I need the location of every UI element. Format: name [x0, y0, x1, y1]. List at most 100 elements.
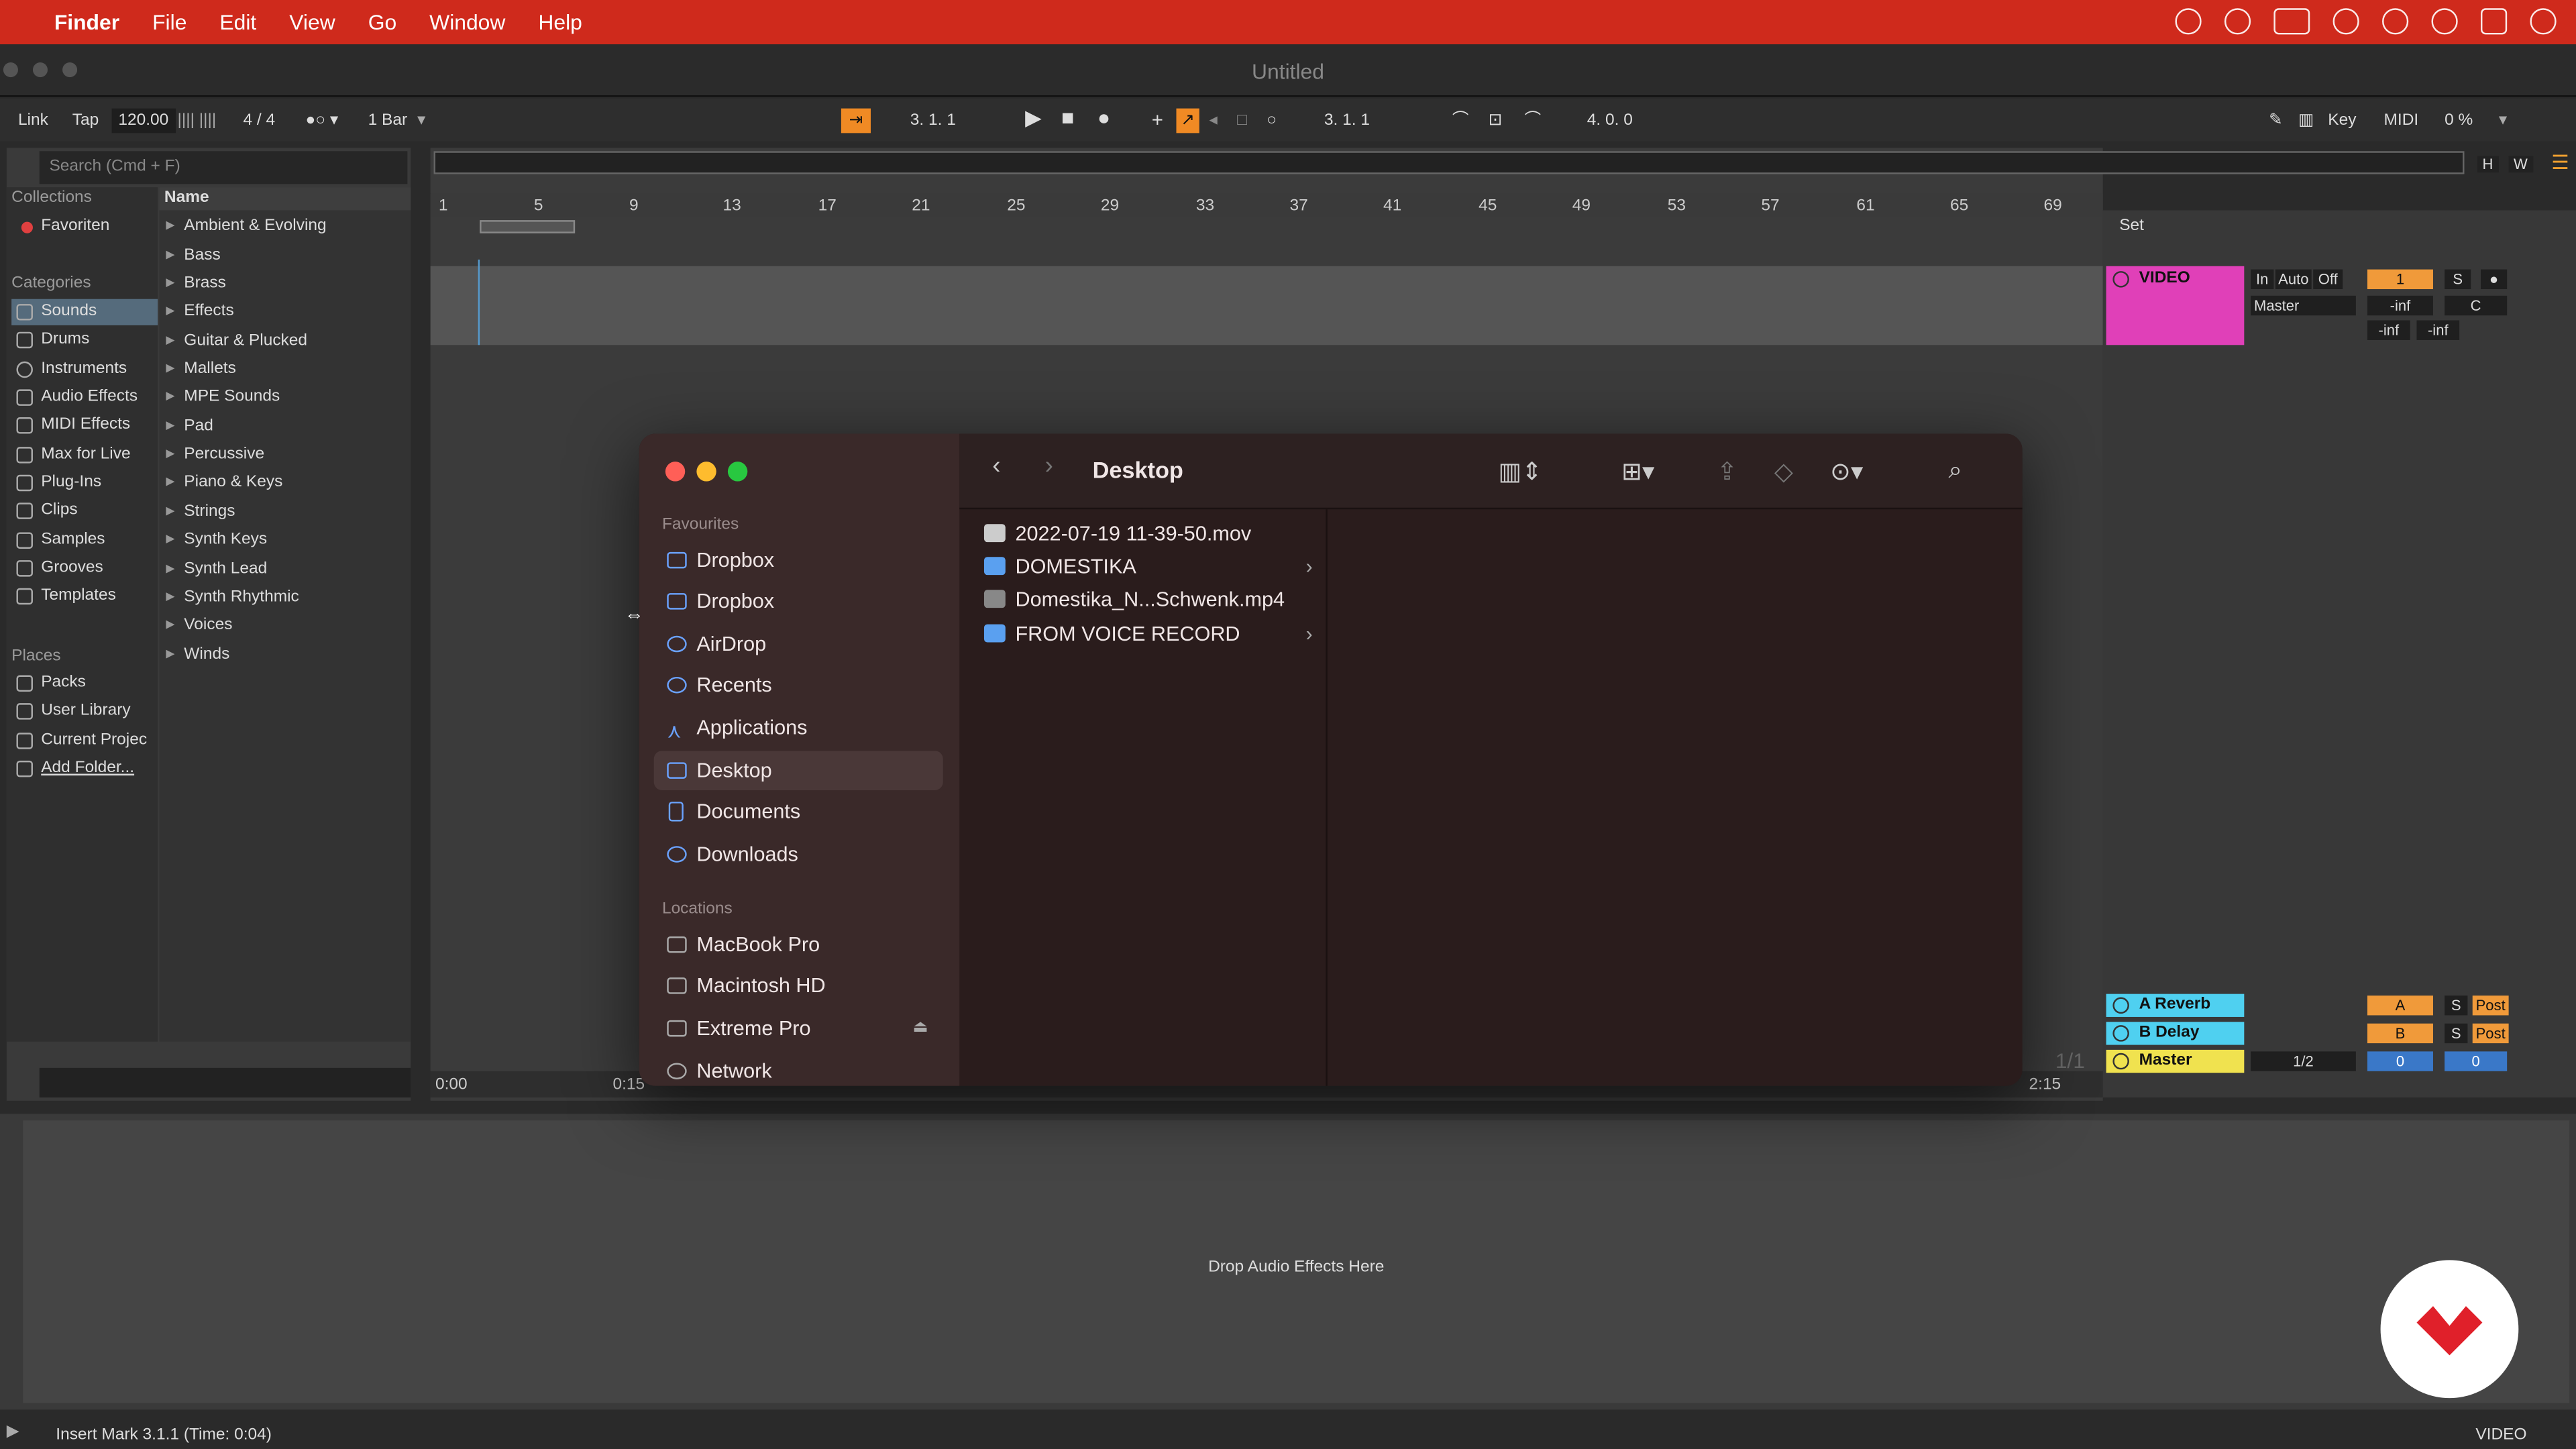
- sidebar-item-add-folder[interactable]: Add Folder...: [11, 756, 158, 782]
- name-column-header[interactable]: Name: [159, 187, 411, 211]
- output-select[interactable]: Master: [2251, 295, 2356, 316]
- browser-preview-bar[interactable]: [39, 1067, 411, 1097]
- list-item[interactable]: Voices: [160, 612, 406, 639]
- creative-cloud-icon[interactable]: [2175, 8, 2202, 35]
- eject-icon[interactable]: ⏏: [913, 1009, 928, 1049]
- menu-edit[interactable]: Edit: [219, 10, 256, 35]
- monitor-auto-button[interactable]: Auto: [2275, 269, 2312, 290]
- sidebar-item-applications[interactable]: ⋏ Applications: [654, 708, 943, 748]
- sidebar-item-extreme-pro[interactable]: Extreme Pro ⏏: [654, 1009, 943, 1049]
- back-to-arrangement-icon[interactable]: ◂: [1209, 109, 1217, 133]
- menu-window[interactable]: Window: [429, 10, 505, 35]
- sidebar-item-dropbox-2[interactable]: Dropbox: [654, 582, 943, 621]
- tap-button[interactable]: Tap: [72, 109, 99, 133]
- list-item[interactable]: Mallets: [160, 356, 406, 382]
- wifi-icon[interactable]: [2382, 8, 2409, 35]
- sidebar-item-macintosh-hd[interactable]: Macintosh HD: [654, 966, 943, 1006]
- sidebar-item-documents[interactable]: Documents: [654, 792, 943, 831]
- sidebar-item-network[interactable]: Network: [654, 1051, 943, 1085]
- tag-icon[interactable]: ◇: [1774, 457, 1793, 486]
- finder-close-button[interactable]: [665, 462, 686, 482]
- battery-icon[interactable]: [2273, 8, 2310, 35]
- sidebar-item-drums[interactable]: Drums: [11, 327, 158, 353]
- loop-icon[interactable]: ○: [1267, 109, 1277, 133]
- menu-app-name[interactable]: Finder: [54, 10, 119, 35]
- link-button[interactable]: Link: [18, 109, 48, 133]
- draw-mode-icon[interactable]: ✎: [2269, 109, 2283, 133]
- list-item[interactable]: Synth Rhythmic: [160, 585, 406, 611]
- list-item[interactable]: Synth Lead: [160, 557, 406, 583]
- return-a-activator[interactable]: A: [2367, 996, 2433, 1016]
- more-actions-icon[interactable]: ⊙▾: [1830, 457, 1863, 486]
- return-track-b-delay[interactable]: B Delay: [2106, 1022, 2245, 1045]
- sidebar-item-plug-ins[interactable]: Plug-Ins: [11, 470, 158, 496]
- pan-field[interactable]: C: [2445, 295, 2508, 316]
- sidebar-item-templates[interactable]: Templates: [11, 583, 158, 609]
- device-drop-zone[interactable]: Drop Audio Effects Here: [23, 1120, 2570, 1403]
- loop-length-field[interactable]: 4. 0. 0: [1587, 109, 1633, 133]
- return-b-post[interactable]: Post: [2472, 1023, 2509, 1044]
- sidebar-item-audio-effects[interactable]: Audio Effects: [11, 384, 158, 411]
- monitor-in-button[interactable]: In: [2251, 269, 2274, 290]
- play-icon[interactable]: [2332, 8, 2359, 35]
- sidebar-item-macbook-pro[interactable]: MacBook Pro: [654, 925, 943, 965]
- list-item[interactable]: Strings: [160, 499, 406, 525]
- loop-switch-icon[interactable]: ⊡: [1489, 109, 1503, 133]
- track-fold-icon[interactable]: [2112, 997, 2129, 1014]
- track-activator-button[interactable]: 1: [2367, 269, 2433, 290]
- sidebar-item-airdrop[interactable]: AirDrop: [654, 625, 943, 664]
- return-a-post[interactable]: Post: [2472, 996, 2509, 1016]
- width-toggle-button[interactable]: W: [2508, 156, 2533, 173]
- browser-search-input[interactable]: Search (Cmd + F): [39, 151, 408, 184]
- track-fold-icon[interactable]: [2112, 271, 2129, 288]
- sidebar-item-dropbox[interactable]: Dropbox: [654, 541, 943, 580]
- menu-view[interactable]: View: [289, 10, 335, 35]
- play-button[interactable]: ▶: [1025, 105, 1041, 130]
- midi-map-button[interactable]: MIDI: [2383, 109, 2418, 133]
- search-icon[interactable]: ⌕: [1949, 457, 1963, 485]
- loop-brace[interactable]: [480, 220, 576, 233]
- signature-field[interactable]: 4 / 4: [243, 109, 275, 133]
- list-item[interactable]: Bass: [160, 243, 406, 269]
- sidebar-item-desktop[interactable]: Desktop: [653, 751, 943, 790]
- nudge-icon[interactable]: |||| ||||: [177, 109, 216, 133]
- master-volume[interactable]: 0: [2367, 1051, 2433, 1071]
- return-track-a-reverb[interactable]: A Reverb: [2106, 994, 2245, 1017]
- adobe-icon[interactable]: [2224, 8, 2251, 35]
- automation-arm-icon[interactable]: ↗: [1176, 108, 1199, 133]
- control-center-icon[interactable]: [2480, 8, 2508, 35]
- share-icon[interactable]: ⇪: [1717, 457, 1737, 486]
- sidebar-item-samples[interactable]: Samples: [11, 527, 158, 553]
- sidebar-item-sounds[interactable]: Sounds: [11, 299, 158, 325]
- list-item[interactable]: Brass: [160, 271, 406, 297]
- clock-icon[interactable]: [2530, 8, 2557, 35]
- punch-out-icon[interactable]: ⌒: [1525, 109, 1541, 133]
- list-item[interactable]: Effects: [160, 299, 406, 325]
- send-b-field[interactable]: -inf: [2416, 320, 2460, 340]
- beat-ruler[interactable]: 1 5 9 13 17 21 25 29 33 37 41 45 49 53 5…: [430, 193, 2103, 217]
- volume-field[interactable]: -inf: [2367, 295, 2433, 316]
- menu-icon[interactable]: ☰: [2551, 151, 2569, 174]
- metronome-icon[interactable]: ●○ ▾: [306, 109, 339, 133]
- list-item[interactable]: Guitar & Plucked: [160, 329, 406, 355]
- return-b-solo[interactable]: S: [2445, 1023, 2468, 1044]
- follow-icon[interactable]: ⇥: [841, 108, 871, 133]
- master-pan[interactable]: 0: [2445, 1051, 2508, 1071]
- master-output-select[interactable]: 1/2: [2251, 1051, 2356, 1071]
- key-map-button[interactable]: Key: [2328, 109, 2356, 133]
- sidebar-item-current-project[interactable]: Current Projec: [11, 728, 158, 754]
- file-row[interactable]: 2022-07-19 11-39-50.mov: [983, 517, 1313, 550]
- finder-minimize-button[interactable]: [696, 462, 716, 482]
- group-view-icon[interactable]: ⊞▾: [1621, 457, 1654, 486]
- finder-zoom-button[interactable]: [727, 462, 748, 482]
- sidebar-item-clips[interactable]: Clips: [11, 498, 158, 524]
- sidebar-item-max-for-live[interactable]: Max for Live: [11, 442, 158, 468]
- folder-row[interactable]: DOMESTIKA ›: [983, 550, 1313, 583]
- overdub-icon[interactable]: +: [1152, 109, 1163, 133]
- monitor-off-button[interactable]: Off: [2313, 269, 2343, 290]
- menu-go[interactable]: Go: [368, 10, 396, 35]
- list-item[interactable]: Percussive: [160, 442, 406, 468]
- arm-button[interactable]: ●: [2480, 269, 2508, 290]
- folder-row[interactable]: FROM VOICE RECORD ›: [983, 618, 1313, 651]
- send-a-field[interactable]: -inf: [2367, 320, 2410, 340]
